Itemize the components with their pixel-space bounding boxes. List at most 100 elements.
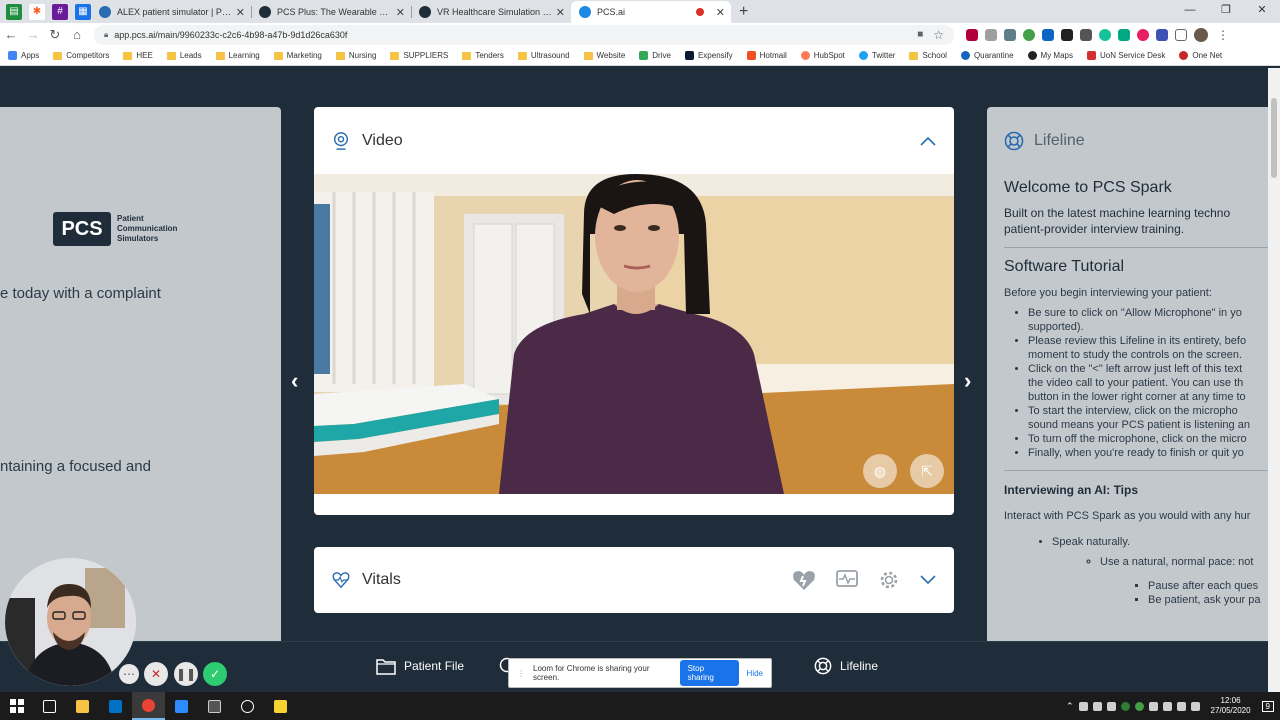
url-input[interactable]: 🔒︎ app.pcs.ai/main/9960233c-c2c6-4b98-a4… (94, 24, 954, 45)
hide-button[interactable]: Hide (747, 669, 763, 678)
new-tab-button[interactable]: + (739, 3, 748, 21)
keyboard-icon[interactable] (1190, 701, 1200, 711)
linkedin-icon[interactable] (1042, 28, 1054, 41)
extension-icon[interactable] (1118, 28, 1130, 41)
tray-icon[interactable] (1134, 701, 1144, 711)
bookmark-twitter[interactable]: Twitter (858, 51, 895, 60)
bookmark-folder[interactable]: Learning (215, 51, 260, 60)
extension-icon[interactable] (1156, 28, 1168, 41)
tab-pcs-plus[interactable]: PCS Plus: The Wearable Simulato ✕ (251, 1, 411, 23)
heart-icon[interactable] (792, 569, 816, 591)
tray-icon[interactable] (1120, 701, 1130, 711)
home-icon[interactable]: ⌂ (66, 27, 88, 42)
extension-icon[interactable] (1061, 28, 1073, 41)
bookmark-folder[interactable]: Ultrasound (517, 51, 570, 60)
close-tab-icon[interactable]: ✕ (396, 6, 405, 19)
menu-icon[interactable]: ⋮ (1217, 28, 1229, 42)
bookmark-folder[interactable]: School (909, 51, 947, 60)
task-view-icon[interactable] (33, 692, 66, 720)
scrollbar-thumb[interactable] (1271, 98, 1277, 178)
tray-icon[interactable] (1092, 701, 1102, 711)
calculator-icon[interactable] (198, 692, 231, 720)
bookmark-one-net[interactable]: One Net (1179, 51, 1222, 60)
drag-handle-icon[interactable]: ⋮ (517, 669, 525, 678)
patient-video[interactable]: ◍ ⇱ (314, 174, 954, 494)
chrome-icon[interactable] (132, 692, 165, 720)
extension-icon[interactable] (1004, 28, 1016, 41)
bookmark-drive[interactable]: Drive (639, 51, 671, 60)
bookmark-star-icon[interactable]: ☆ (933, 28, 944, 42)
reload-icon[interactable]: ↻ (44, 27, 66, 43)
pinned-tab-icon[interactable]: ✱ (29, 3, 45, 20)
bookmark-uon[interactable]: UoN Service Desk (1086, 51, 1165, 60)
bookmark-folder[interactable]: Leads (166, 51, 202, 60)
extension-icon[interactable] (1080, 28, 1092, 41)
extension-icon[interactable] (1137, 28, 1149, 41)
vitals-card-header[interactable]: Vitals (314, 547, 954, 613)
sheets-icon[interactable]: ▤ (6, 3, 22, 20)
monitor-icon[interactable] (836, 570, 858, 590)
bookmark-expensify[interactable]: Expensify (684, 51, 733, 60)
bookmark-my-maps[interactable]: My Maps (1027, 51, 1073, 60)
extension-icon[interactable] (1023, 28, 1035, 41)
bookmark-folder[interactable]: SUPPLIERS (390, 51, 448, 60)
slack-icon[interactable]: # (52, 3, 68, 20)
volume-icon[interactable] (1176, 701, 1186, 711)
bookmark-hotmail[interactable]: Hotmail (746, 51, 787, 60)
bookmark-folder[interactable]: Nursing (335, 51, 376, 60)
bookmark-folder[interactable]: Tenders (462, 51, 504, 60)
extension-icon[interactable] (985, 28, 997, 41)
bookmark-quarantine[interactable]: Quarantine (960, 51, 1014, 60)
loom-camera-bubble[interactable] (5, 558, 136, 686)
bookmark-apps[interactable]: Apps (8, 51, 39, 60)
outlook-icon[interactable] (99, 692, 132, 720)
tray-icon[interactable] (1148, 701, 1158, 711)
photos-icon[interactable] (231, 692, 264, 720)
microphone-toggle-icon[interactable]: ◍ (863, 454, 897, 488)
sticky-notes-icon[interactable] (264, 692, 297, 720)
close-window-icon[interactable]: ✕ (1244, 0, 1280, 20)
bookmark-folder[interactable]: HEE (123, 51, 153, 60)
close-tab-icon[interactable]: ✕ (236, 6, 245, 19)
camera-icon[interactable]: ■ (917, 29, 923, 40)
profile-avatar[interactable] (1194, 27, 1208, 42)
previous-panel-arrow[interactable]: ‹ (291, 368, 298, 394)
tab-vr-healthcare[interactable]: VR Healthcare Simulation | Medic ✕ (411, 1, 571, 23)
windows-start-icon[interactable] (0, 692, 33, 720)
file-explorer-icon[interactable] (66, 692, 99, 720)
network-icon[interactable] (1162, 701, 1172, 711)
minimize-icon[interactable]: — (1172, 0, 1208, 20)
chevron-up-icon[interactable] (920, 136, 936, 146)
video-card-header[interactable]: Video (314, 107, 954, 175)
nav-lifeline[interactable]: Lifeline (814, 657, 878, 675)
tab-alex[interactable]: ALEX patient simulator | Patient C ✕ (91, 1, 251, 23)
bookmark-folder[interactable]: Marketing (273, 51, 322, 60)
pause-recording-icon[interactable]: ❚❚ (174, 662, 198, 686)
onedrive-icon[interactable] (1106, 701, 1116, 711)
more-options-icon[interactable]: ⋯ (119, 664, 139, 684)
bookmark-hubspot[interactable]: HubSpot (800, 51, 845, 60)
nav-patient-file[interactable]: Patient File (376, 657, 464, 675)
close-tab-icon[interactable]: ✕ (716, 6, 725, 19)
tab-pcs-ai[interactable]: PCS.ai ✕ (571, 1, 731, 23)
bookmark-folder[interactable]: Website (583, 51, 625, 60)
fullscreen-icon[interactable]: ⇱ (910, 454, 944, 488)
show-hidden-icons[interactable]: ⌃ (1066, 701, 1074, 712)
clock[interactable]: 12:06 27/05/2020 (1211, 696, 1251, 716)
close-tab-icon[interactable]: ✕ (556, 6, 565, 19)
next-panel-arrow[interactable]: › (964, 368, 971, 394)
page-scrollbar[interactable] (1268, 68, 1280, 692)
zoom-icon[interactable] (165, 692, 198, 720)
forward-icon[interactable]: → (22, 27, 44, 42)
stop-sharing-button[interactable]: Stop sharing (679, 660, 739, 686)
extension-icon[interactable] (966, 28, 978, 41)
chevron-down-icon[interactable] (920, 575, 936, 585)
grammarly-icon[interactable] (1099, 28, 1111, 41)
docs-icon[interactable]: ▦ (75, 3, 91, 20)
restore-icon[interactable]: ❐ (1208, 0, 1244, 20)
notifications-icon[interactable]: 9 (1261, 700, 1274, 712)
tray-icon[interactable] (1078, 701, 1088, 711)
gear-icon[interactable] (878, 569, 900, 591)
cancel-recording-icon[interactable]: ✕ (144, 662, 168, 686)
back-icon[interactable]: ← (0, 27, 22, 42)
